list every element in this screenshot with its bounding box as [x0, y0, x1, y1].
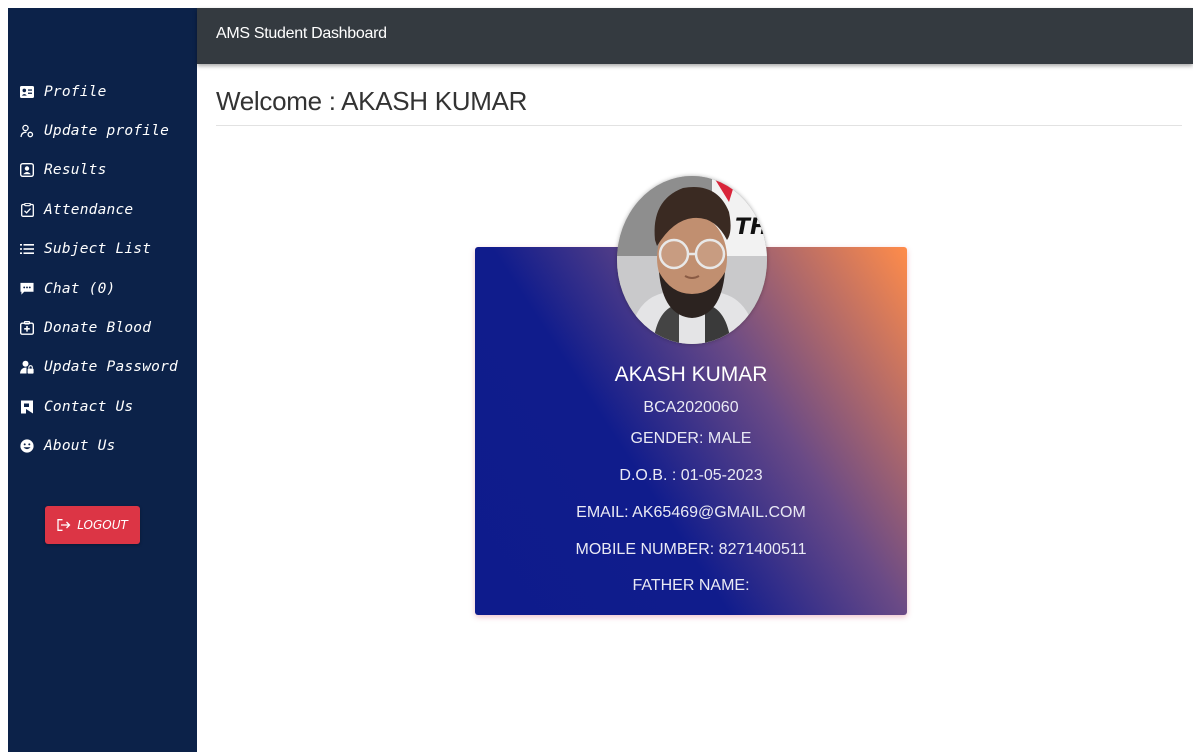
sidebar-item-about-us[interactable]: About Us: [8, 427, 197, 466]
sidebar-item-label: Results: [44, 162, 107, 179]
smile-icon: [20, 439, 34, 453]
sidebar-item-label: Attendance: [44, 201, 134, 218]
sidebar-item-subject-list[interactable]: Subject List: [8, 230, 197, 269]
chat-icon: [20, 282, 34, 296]
portrait-icon: [20, 163, 34, 178]
profile-father-name: FATHER NAME:: [632, 577, 750, 594]
title-divider: [216, 125, 1182, 126]
sidebar-item-label: Profile: [44, 83, 107, 100]
user-lock-icon: [20, 360, 34, 375]
navbar-brand[interactable]: AMS Student Dashboard: [216, 25, 387, 43]
profile-dob: D.O.B. : 01-05-2023: [619, 467, 763, 484]
profile-mobile: MOBILE NUMBER: 8271400511: [575, 541, 807, 558]
list-icon: [20, 242, 34, 256]
clipboard-check-icon: [20, 202, 34, 217]
logout-label: LOGOUT: [77, 518, 128, 532]
user-gear-icon: [20, 124, 34, 138]
sidebar-item-label: Subject List: [44, 241, 152, 258]
sidebar-item-profile[interactable]: Profile: [8, 72, 197, 111]
sidebar-item-donate-blood[interactable]: Donate Blood: [8, 308, 197, 347]
id-card-icon: [20, 85, 34, 99]
sidebar-item-attendance[interactable]: Attendance: [8, 190, 197, 229]
sidebar-item-chat[interactable]: Chat (0): [8, 269, 197, 308]
sidebar-item-label: Chat (0): [44, 280, 116, 297]
page-frame-left: [0, 0, 8, 752]
profile-name: AKASH KUMAR: [614, 363, 768, 386]
logout-button[interactable]: LOGOUT: [45, 506, 140, 544]
profile-gender: GENDER: MALE: [630, 430, 752, 447]
profile-student-id: BCA2020060: [643, 399, 739, 416]
contact-icon: [20, 400, 34, 414]
page-title: Welcome : AKASH KUMAR: [216, 86, 528, 116]
medical-kit-icon: [20, 321, 34, 335]
top-navbar: AMS Student Dashboard: [197, 8, 1193, 64]
sidebar-item-contact-us[interactable]: Contact Us: [8, 387, 197, 426]
sidebar: Profile Update profile Results Attendanc…: [8, 8, 197, 752]
sidebar-item-label: Donate Blood: [44, 320, 152, 337]
sidebar-item-label: Update profile: [44, 123, 170, 140]
sidebar-item-update-profile[interactable]: Update profile: [8, 111, 197, 150]
sidebar-item-label: Update Password: [44, 359, 178, 376]
sidebar-item-results[interactable]: Results: [8, 151, 197, 190]
page-frame-top: [0, 0, 1193, 8]
sidebar-item-label: Contact Us: [44, 398, 134, 415]
avatar: THE: [617, 176, 767, 344]
sidebar-item-label: About Us: [44, 438, 116, 455]
sidebar-nav: Profile Update profile Results Attendanc…: [8, 72, 197, 466]
profile-email: EMAIL: AK65469@GMAIL.COM: [576, 504, 806, 521]
sign-out-icon: [57, 519, 71, 531]
sidebar-item-update-password[interactable]: Update Password: [8, 348, 197, 387]
photo-backdrop-text: THE: [735, 215, 767, 240]
